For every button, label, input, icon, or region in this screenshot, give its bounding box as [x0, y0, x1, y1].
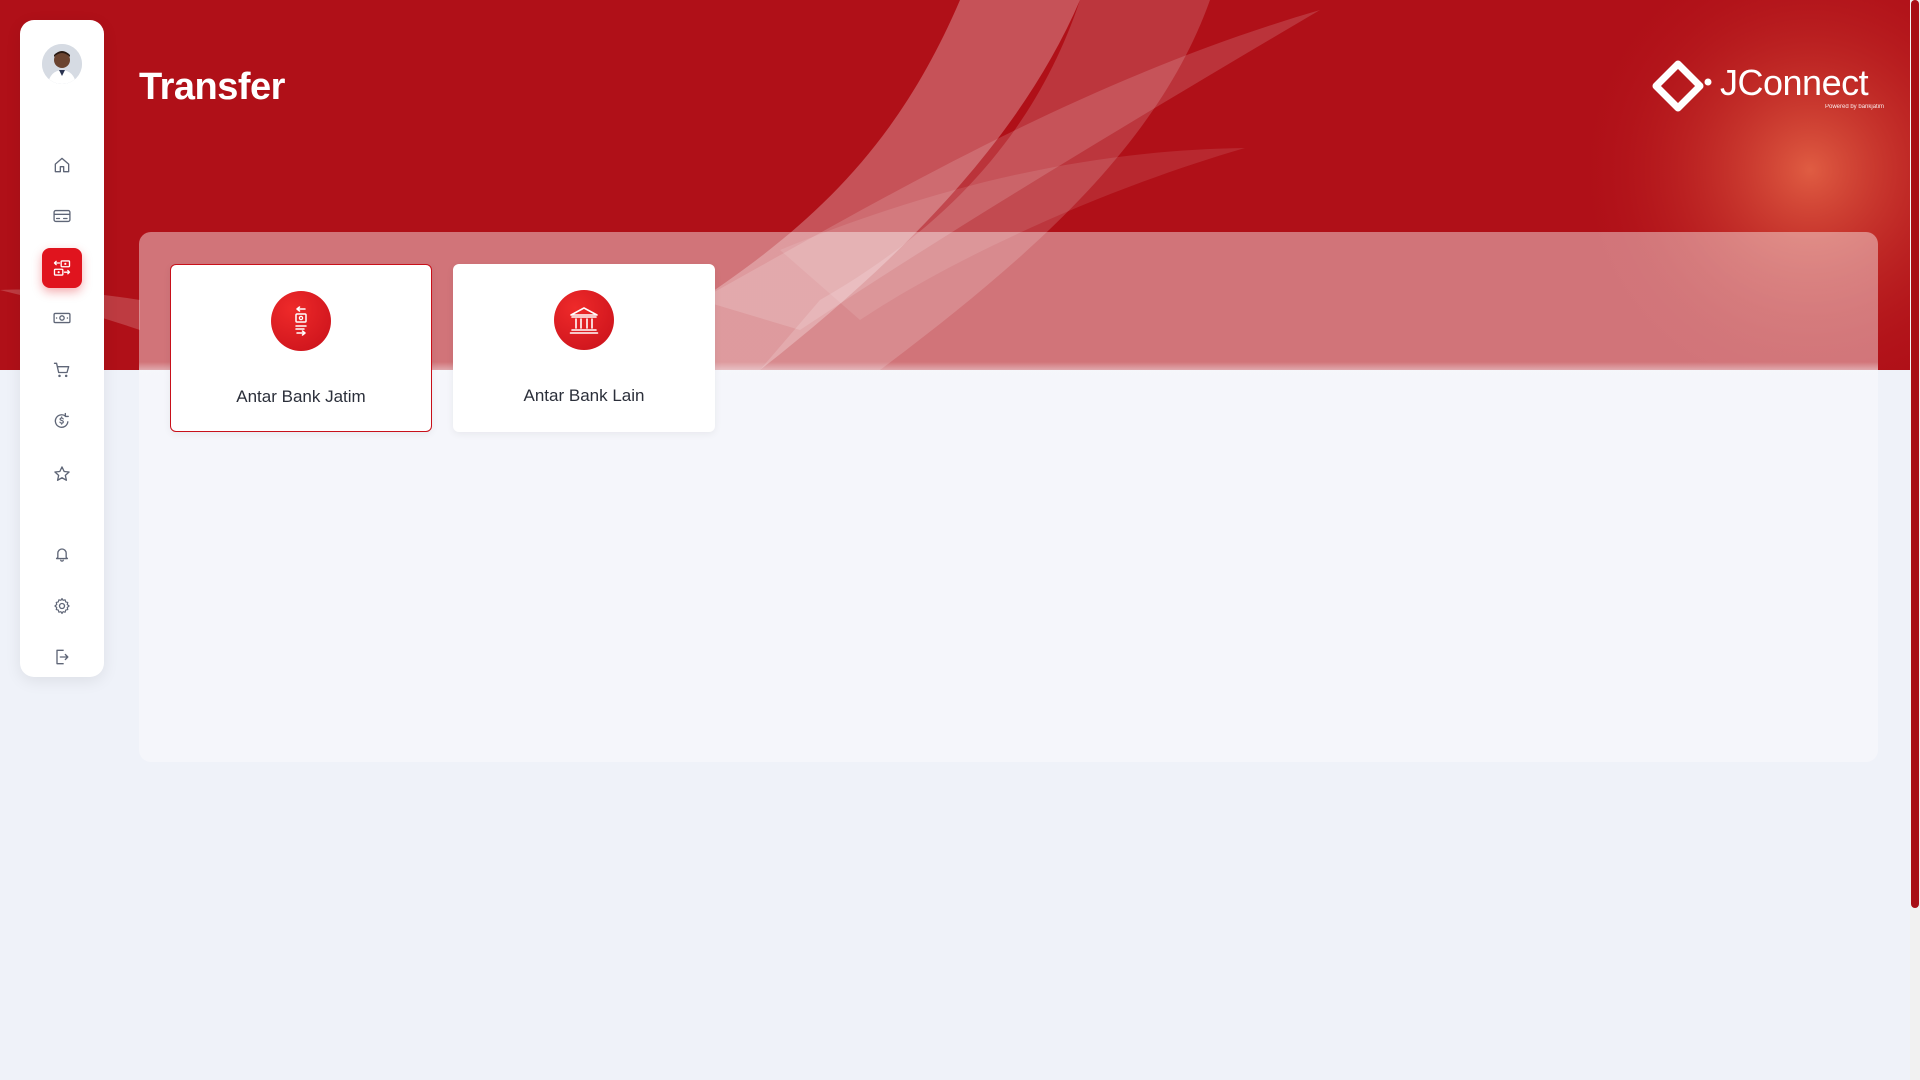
sidebar — [20, 20, 104, 677]
jconnect-logo[interactable]: JConnect Powered by bankjatim — [1650, 58, 1884, 116]
cash-icon — [53, 312, 71, 324]
user-avatar-icon — [42, 44, 82, 84]
star-icon — [54, 466, 70, 481]
transfer-icon — [53, 260, 71, 276]
option-antar-bank-jatim[interactable]: Antar Bank Jatim — [170, 264, 432, 432]
sidebar-item-payment[interactable] — [42, 401, 82, 441]
card-icon — [53, 209, 71, 223]
avatar[interactable] — [42, 44, 82, 84]
sidebar-item-cash[interactable] — [42, 298, 82, 338]
bank-building-icon — [569, 307, 599, 334]
sidebar-item-favorites[interactable] — [42, 454, 82, 494]
sidebar-item-transfer[interactable] — [42, 248, 82, 288]
sidebar-item-settings[interactable] — [42, 586, 82, 626]
scrollbar-thumb[interactable] — [1911, 0, 1919, 908]
sidebar-item-notifications[interactable] — [42, 534, 82, 574]
page-title: Transfer — [139, 66, 285, 108]
brand-tagline: Powered by bankjatim — [1825, 104, 1885, 110]
bell-icon — [55, 548, 69, 562]
sidebar-item-logout[interactable] — [42, 637, 82, 677]
option-antar-bank-lain[interactable]: Antar Bank Lain — [453, 264, 715, 432]
sidebar-item-home[interactable] — [42, 145, 82, 185]
logout-icon — [56, 649, 69, 665]
brand-name: JConnect — [1720, 62, 1869, 103]
transfer-options-panel: Antar Bank Jatim Antar Bank Lain — [139, 232, 1878, 762]
transfer-arrows-icon — [295, 306, 307, 336]
card-icon-badge — [271, 291, 331, 351]
option-label: Antar Bank Jatim — [236, 387, 366, 406]
option-label: Antar Bank Lain — [523, 386, 645, 405]
gear-icon — [54, 597, 70, 615]
logo-diamond-icon — [1652, 60, 1712, 112]
sidebar-item-shopping[interactable] — [42, 350, 82, 390]
dollar-refresh-icon — [54, 412, 69, 428]
cart-icon — [53, 362, 70, 378]
home-icon — [54, 157, 70, 173]
sidebar-item-card[interactable] — [42, 196, 82, 236]
card-icon-badge — [554, 290, 614, 350]
